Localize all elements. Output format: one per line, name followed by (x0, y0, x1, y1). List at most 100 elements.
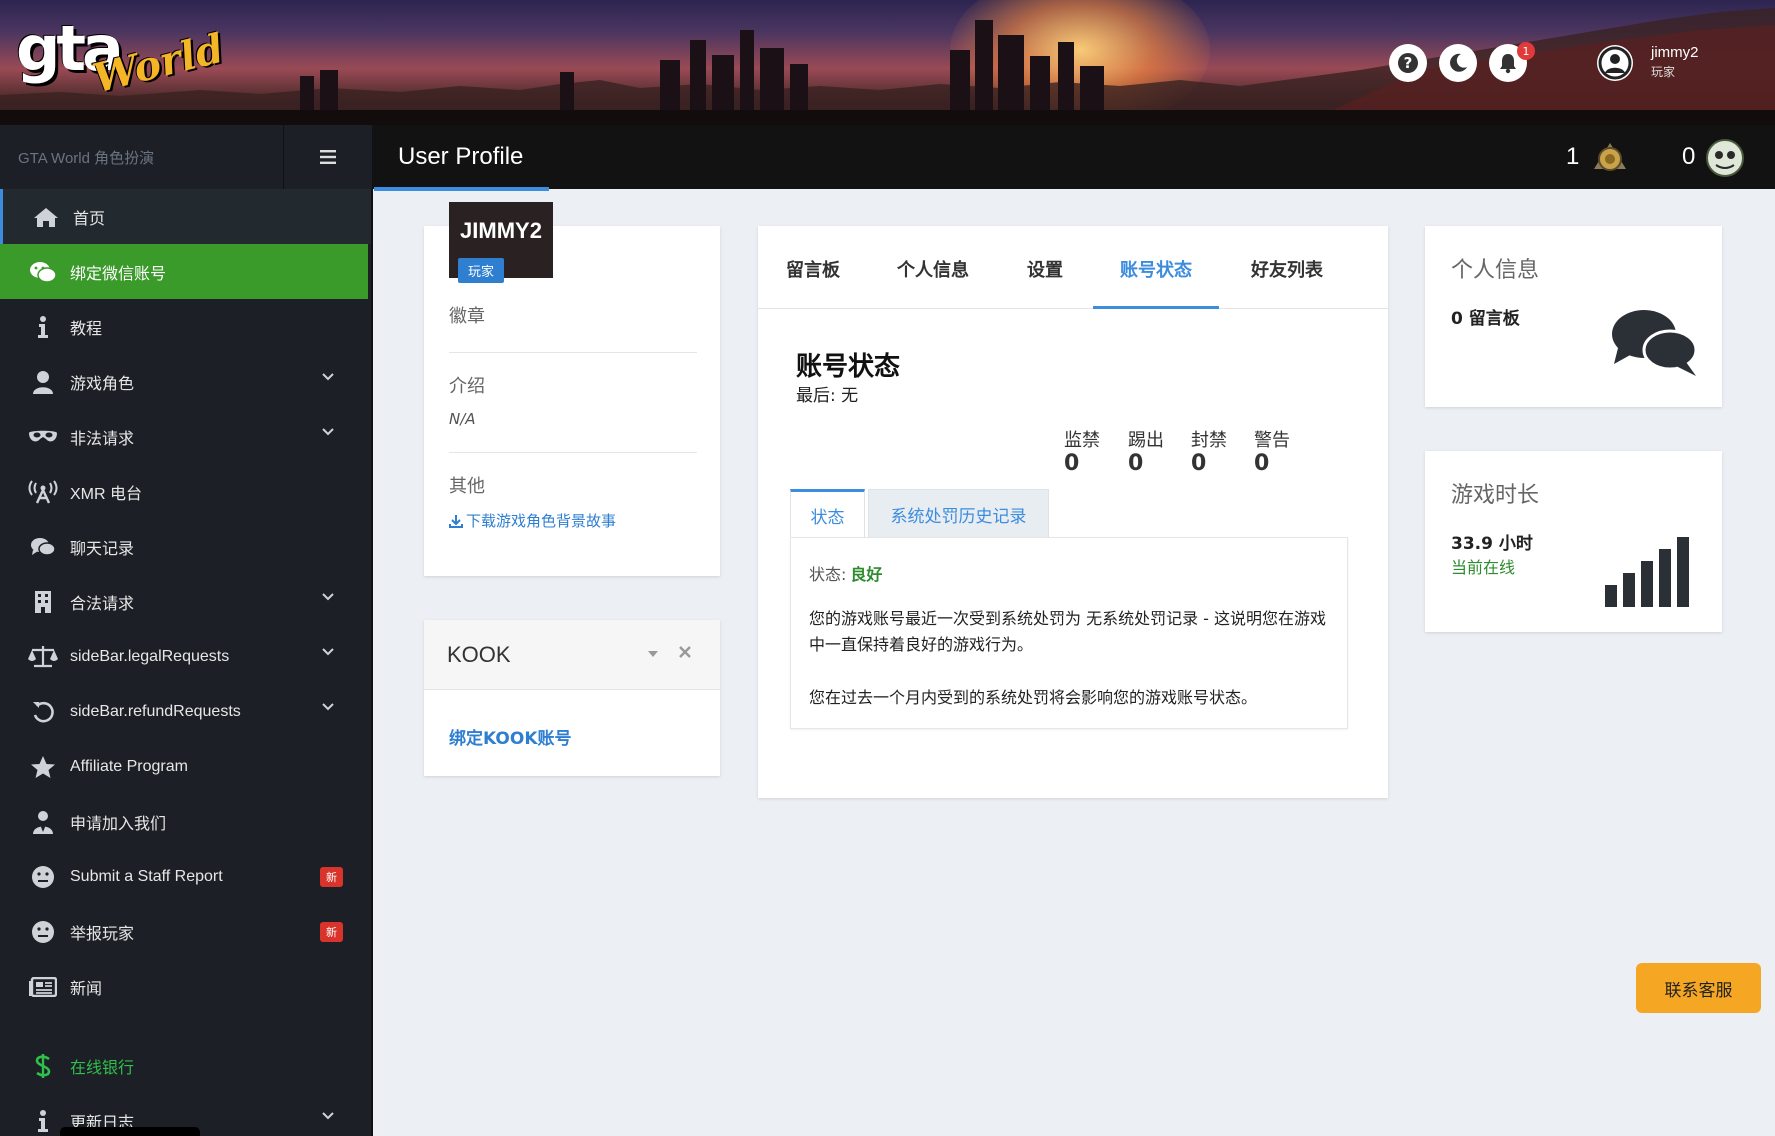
face-icon (28, 917, 58, 947)
face-icon (28, 862, 58, 892)
inner-tab-punishment-history[interactable]: 系统处罚历史记录 (868, 489, 1049, 539)
wechat-icon (28, 257, 58, 287)
building-icon (28, 587, 58, 617)
chevron-down-icon (322, 593, 334, 601)
tabs-divider (758, 308, 1388, 309)
sidebar-item-legal-requests-2[interactable]: sideBar.legalRequests (0, 629, 371, 684)
chevron-down-icon (322, 373, 334, 381)
top-bar: GTA World 角色扮演 User Profile 1 0 (0, 125, 1775, 189)
status-description: 您的游戏账号最近一次受到系统处罚为 无系统处罚记录 - 这说明您在游戏中一直保持… (809, 609, 1327, 654)
sidebar-item-home[interactable]: 首页 (0, 189, 371, 244)
profile-card: JIMMY2 玩家 徽章 介绍 N/A 其他 下载游戏角色背景故事 (424, 202, 720, 576)
scale-icon (28, 642, 58, 672)
download-link-label: 下载游戏角色背景故事 (466, 512, 617, 530)
sidebar-item-label: 教程 (70, 320, 103, 338)
download-backstory-link[interactable]: 下载游戏角色背景故事 (449, 510, 616, 531)
profile-name: JIMMY2 (460, 218, 542, 243)
stat-ban-label: 封禁 (1191, 430, 1227, 451)
inner-tab-status[interactable]: 状态 (790, 489, 865, 539)
header-banner: gta World ? 1 jimmy2 玩家 (0, 0, 1775, 125)
stat-warn-value: 0 (1254, 451, 1270, 476)
info-icon (28, 312, 58, 342)
active-tab-indicator (1093, 306, 1219, 309)
status-label: 状态: (809, 565, 847, 584)
close-icon[interactable] (679, 646, 691, 658)
sidebar-item-illegal-requests[interactable]: 非法请求 (0, 409, 371, 464)
kook-title: KOOK (447, 642, 511, 667)
help-button[interactable]: ? (1389, 44, 1427, 82)
sidebar-item-report-player[interactable]: 举报玩家 新 (0, 904, 371, 959)
stat-kick-value: 0 (1128, 451, 1144, 476)
broadcast-icon (28, 477, 58, 507)
user-name[interactable]: jimmy2 (1651, 44, 1699, 61)
sidebar-item-label: Submit a Staff Report (70, 867, 223, 885)
hamburger-icon (320, 150, 336, 164)
chevron-down-icon (322, 428, 334, 436)
sidebar-item-refund-requests[interactable]: sideBar.refundRequests (0, 684, 371, 739)
personal-info-card: 个人信息 0 留言板 (1425, 226, 1722, 407)
gold-medal-icon (1594, 143, 1626, 171)
sidebar-item-label: 申请加入我们 (70, 815, 167, 833)
sidebar-item-online-bank[interactable]: 在线银行 (0, 1038, 371, 1093)
tab-guestbook[interactable]: 留言板 (786, 256, 840, 282)
sidebar-item-label: 聊天记录 (70, 540, 135, 558)
stat-warn-label: 警告 (1254, 430, 1290, 451)
sidebar-item-label: sideBar.legalRequests (70, 647, 230, 665)
new-badge: 新 (320, 922, 343, 942)
cartoon-avatar-icon (1706, 139, 1744, 177)
sidebar-item-affiliate[interactable]: Affiliate Program (0, 739, 371, 794)
signal-bars-icon (1605, 537, 1689, 607)
sidebar-item-news[interactable]: 新闻 (0, 959, 371, 1014)
home-icon (31, 202, 61, 232)
sidebar-item-tutorial[interactable]: 教程 (0, 299, 371, 354)
sidebar-item-legal-requests[interactable]: 合法请求 (0, 574, 371, 629)
sidebar-item-characters[interactable]: 游戏角色 (0, 354, 371, 409)
bind-kook-link[interactable]: 绑定KOOK账号 (449, 724, 572, 749)
status-note: 您在过去一个月内受到的系统处罚将会影响您的游戏账号状态。 (809, 688, 1258, 707)
sidebar-item-label: 在线银行 (70, 1059, 135, 1077)
user-avatar[interactable] (1597, 45, 1633, 81)
tab-account-status[interactable]: 账号状态 (1120, 256, 1192, 282)
sidebar-item-label: 合法请求 (70, 595, 135, 613)
contact-support-button[interactable]: 联系客服 (1636, 963, 1761, 1013)
sidebar-item-chat-logs[interactable]: 聊天记录 (0, 519, 371, 574)
dollar-icon (28, 1051, 58, 1081)
divider (449, 352, 697, 353)
star-icon (28, 752, 58, 782)
chevron-down-icon (322, 1112, 334, 1120)
download-icon (449, 514, 463, 528)
svg-text:?: ? (1404, 54, 1413, 72)
sidebar-scroll-indicator[interactable] (60, 1127, 200, 1136)
playtime-title: 游戏时长 (1451, 483, 1540, 508)
account-status-title: 账号状态 (796, 352, 901, 382)
tab-settings[interactable]: 设置 (1027, 256, 1063, 282)
sidebar-item-bind-wechat[interactable]: 绑定微信账号 (0, 244, 368, 299)
sidebar-brand: GTA World 角色扮演 (0, 125, 283, 189)
new-badge: 新 (320, 867, 343, 887)
stat-jail-label: 监禁 (1064, 430, 1100, 451)
last-punishment: 最后: 无 (796, 386, 859, 406)
sidebar-item-label: 绑定微信账号 (70, 265, 167, 283)
guestbook-count: 0 留言板 (1451, 309, 1520, 329)
stat-kick-label: 踢出 (1128, 430, 1164, 451)
stat-a-value: 1 (1566, 143, 1580, 170)
question-icon: ? (1398, 53, 1418, 73)
sidebar-item-label: 举报玩家 (70, 925, 135, 943)
sidebar-item-label: 游戏角色 (70, 375, 135, 393)
sidebar-item-staff-report[interactable]: Submit a Staff Report 新 (0, 849, 371, 904)
menu-toggle-button[interactable] (283, 125, 373, 189)
page-title: User Profile (398, 143, 524, 170)
tab-friends[interactable]: 好友列表 (1251, 256, 1323, 282)
bell-icon (1500, 54, 1516, 74)
sidebar: 首页 绑定微信账号 教程 游戏角色 非法请求 XMR 电台 聊天记录 合法请求 … (0, 189, 373, 1136)
sidebar-item-apply-staff[interactable]: 申请加入我们 (0, 794, 371, 849)
intro-heading: 介绍 (449, 376, 485, 397)
kook-card: KOOK 绑定KOOK账号 (424, 620, 720, 776)
sidebar-item-xmr-radio[interactable]: XMR 电台 (0, 464, 371, 519)
tab-personal-info[interactable]: 个人信息 (897, 256, 969, 282)
badges-heading: 徽章 (449, 306, 485, 327)
stat-b-value: 0 (1682, 143, 1696, 170)
dark-mode-button[interactable] (1439, 44, 1477, 82)
collapse-caret-icon[interactable] (647, 650, 659, 658)
status-panel: 状态: 良好 您的游戏账号最近一次受到系统处罚为 无系统处罚记录 - 这说明您在… (790, 537, 1348, 729)
